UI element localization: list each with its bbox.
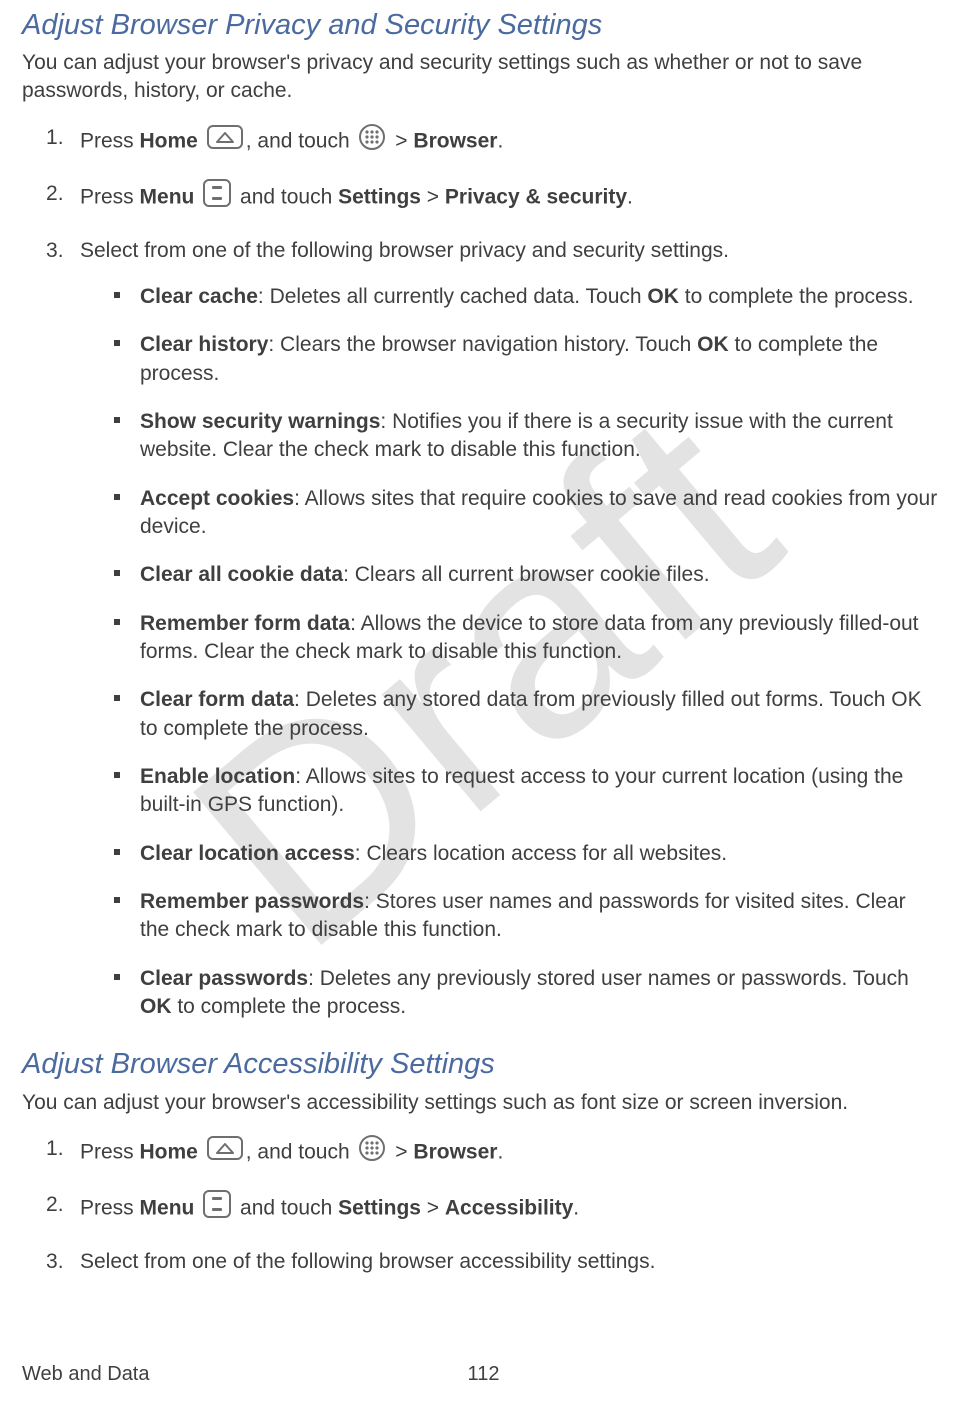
step: Press Home , and touch > Browser. [46, 1135, 939, 1171]
list-item: Remember form data: Allows the device to… [114, 610, 939, 667]
text: , and touch [246, 1141, 356, 1164]
item-text: : Clears the browser navigation history.… [268, 333, 697, 356]
item-label: Clear all cookie data [140, 563, 343, 586]
item-label: Clear passwords [140, 967, 308, 990]
footer-page-number: 112 [468, 1361, 500, 1388]
text: . [497, 130, 503, 153]
list-item: Clear passwords: Deletes any previously … [114, 965, 939, 1022]
settings-label: Settings [338, 186, 421, 209]
step: Press Menu and touch Settings > Accessib… [46, 1191, 939, 1227]
item-label: Accept cookies [140, 487, 294, 510]
menu-label: Menu [140, 186, 195, 209]
text: > [421, 186, 445, 209]
text: , and touch [246, 130, 356, 153]
text: > [421, 1197, 445, 1220]
step: Press Home , and touch > Browser. [46, 124, 939, 160]
text: Select from one of the following browser… [80, 1250, 655, 1273]
item-tail: to complete the process. [172, 995, 407, 1018]
text: > [389, 130, 413, 153]
home-icon [207, 125, 243, 157]
item-label: Enable location [140, 765, 295, 788]
browser-label: Browser [413, 130, 497, 153]
settings-label: Settings [338, 1197, 421, 1220]
text: . [627, 186, 633, 209]
section1-intro: You can adjust your browser's privacy an… [22, 49, 939, 106]
target-label: Privacy & security [445, 186, 627, 209]
item-label: Show security warnings [140, 410, 380, 433]
item-bold2: OK [647, 285, 679, 308]
list-item: Clear all cookie data: Clears all curren… [114, 561, 939, 589]
item-text: : Deletes all currently cached data. Tou… [258, 285, 648, 308]
step: Press Menu and touch Settings > Privacy … [46, 180, 939, 216]
item-label: Remember form data [140, 612, 350, 635]
item-bold2: OK [140, 995, 172, 1018]
apps-icon [358, 1134, 386, 1170]
menu-icon [203, 179, 231, 215]
item-label: Remember passwords [140, 890, 364, 913]
item-label: Clear form data [140, 688, 294, 711]
browser-label: Browser [413, 1141, 497, 1164]
apps-icon [358, 123, 386, 159]
menu-label: Menu [140, 1197, 195, 1220]
list-item: Accept cookies: Allows sites that requir… [114, 485, 939, 542]
text: > [389, 1141, 413, 1164]
section2-heading: Adjust Browser Accessibility Settings [22, 1045, 939, 1084]
text: Press [80, 1197, 140, 1220]
home-icon [207, 1136, 243, 1168]
text: and touch [234, 1197, 338, 1220]
item-text: : Clears all current browser cookie file… [343, 563, 709, 586]
item-tail: to complete the process. [679, 285, 914, 308]
settings-list: Clear cache: Deletes all currently cache… [80, 283, 939, 1022]
page-footer: Web and Data 112 [0, 1361, 967, 1388]
list-item: Clear location access: Clears location a… [114, 840, 939, 868]
text: Press [80, 130, 140, 153]
item-label: Clear cache [140, 285, 258, 308]
item-bold2: OK [697, 333, 729, 356]
footer-section: Web and Data [22, 1361, 150, 1388]
list-item: Clear history: Clears the browser naviga… [114, 331, 939, 388]
menu-icon [203, 1190, 231, 1226]
text: Press [80, 186, 140, 209]
text: . [497, 1141, 503, 1164]
target-label: Accessibility [445, 1197, 573, 1220]
step: Select from one of the following browser… [46, 237, 939, 1022]
step: Select from one of the following browser… [46, 1248, 939, 1276]
list-item: Clear form data: Deletes any stored data… [114, 686, 939, 743]
list-item: Clear cache: Deletes all currently cache… [114, 283, 939, 311]
list-item: Enable location: Allows sites to request… [114, 763, 939, 820]
text: and touch [234, 186, 338, 209]
page-content: Adjust Browser Privacy and Security Sett… [0, 0, 967, 1276]
home-label: Home [140, 1141, 198, 1164]
item-text: : Clears location access for all website… [355, 842, 727, 865]
list-item: Remember passwords: Stores user names an… [114, 888, 939, 945]
item-label: Clear history [140, 333, 268, 356]
section1-steps: Press Home , and touch > Browser. Press … [22, 124, 939, 1022]
section2-steps: Press Home , and touch > Browser. Press … [22, 1135, 939, 1276]
home-label: Home [140, 130, 198, 153]
list-item: Show security warnings: Notifies you if … [114, 408, 939, 465]
item-label: Clear location access [140, 842, 355, 865]
item-text: : Deletes any previously stored user nam… [308, 967, 909, 990]
text: Select from one of the following browser… [80, 239, 729, 262]
section1-heading: Adjust Browser Privacy and Security Sett… [22, 6, 939, 45]
text: Press [80, 1141, 140, 1164]
text: . [573, 1197, 579, 1220]
section2-intro: You can adjust your browser's accessibil… [22, 1089, 939, 1117]
